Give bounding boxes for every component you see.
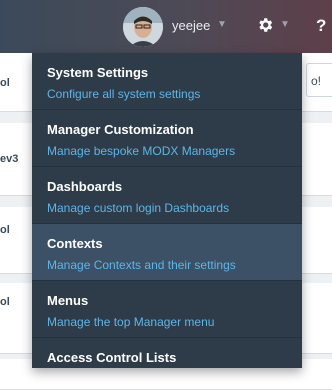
user-avatar[interactable]: [123, 7, 163, 47]
menu-item-title: Menus: [47, 293, 89, 308]
menu-item-system-settings[interactable]: System Settings Configure all system set…: [32, 53, 302, 110]
system-settings-dropdown-menu: System Settings Configure all system set…: [32, 53, 302, 368]
gear-icon[interactable]: [256, 16, 274, 34]
menu-item-contexts[interactable]: Contexts Manage Contexts and their setti…: [32, 224, 302, 281]
username-label[interactable]: yeejee: [172, 18, 210, 33]
menu-item-dashboards[interactable]: Dashboards Manage custom login Dashboard…: [32, 167, 302, 224]
menu-item-menus[interactable]: Menus Manage the top Manager menu: [32, 281, 302, 338]
user-menu-chevron-down-icon[interactable]: ▼: [217, 19, 227, 30]
row-label: ol: [0, 224, 10, 236]
menu-item-title: System Settings: [47, 65, 149, 80]
row-label: ol: [0, 77, 10, 89]
menu-item-description: Manage bespoke MODX Managers: [47, 144, 236, 158]
menu-item-access-control-lists[interactable]: Access Control Lists: [32, 338, 302, 368]
menu-item-description: Configure all system settings: [47, 87, 201, 101]
row-label: ol: [0, 296, 10, 308]
menu-item-manager-customization[interactable]: Manager Customization Manage bespoke MOD…: [32, 110, 302, 167]
help-glyph: ?: [316, 16, 326, 35]
menu-item-title: Access Control Lists: [47, 350, 177, 365]
settings-chevron-down-icon[interactable]: ▼: [280, 19, 290, 30]
avatar-image-icon: [123, 7, 163, 47]
menu-item-description: Manage Contexts and their settings: [47, 258, 236, 272]
menu-item-description: Manage custom login Dashboards: [47, 201, 230, 215]
menu-item-title: Contexts: [47, 236, 103, 251]
menu-item-title: Manager Customization: [47, 122, 194, 137]
menu-item-description: Manage the top Manager menu: [47, 315, 215, 329]
help-icon[interactable]: ?: [316, 15, 332, 35]
top-navigation-bar: yeejee ▼ ▼ ?: [0, 0, 332, 53]
right-tab[interactable]: o!: [306, 63, 332, 97]
row-label: ev3: [0, 153, 19, 165]
menu-item-title: Dashboards: [47, 179, 123, 194]
